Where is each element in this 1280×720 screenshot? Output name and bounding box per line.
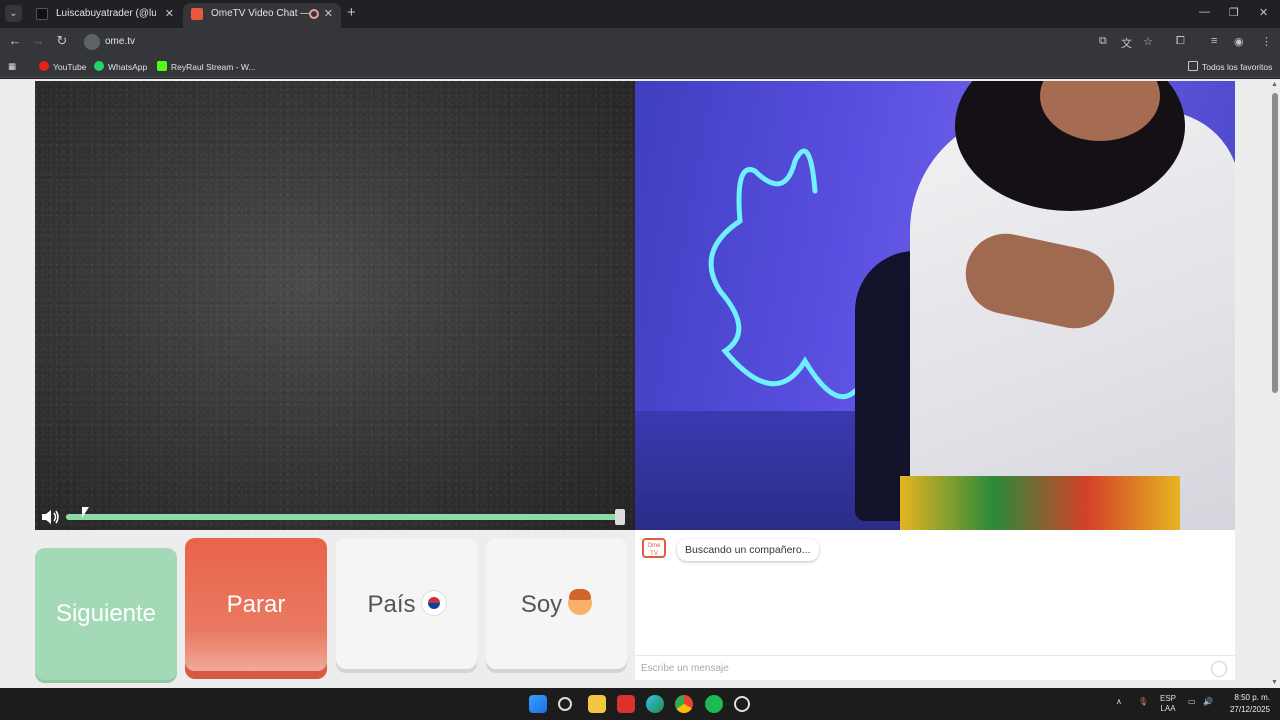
close-window-button[interactable]: ✕ — [1259, 6, 1268, 19]
scroll-up-icon[interactable]: ▲ — [1271, 81, 1278, 88]
bookmark-label: YouTube — [53, 62, 87, 72]
next-button[interactable]: Siguiente — [35, 548, 177, 680]
bookmark-label: ReyRaul Stream - W... — [171, 62, 256, 72]
folder-icon — [1188, 61, 1198, 71]
person-pants — [900, 476, 1180, 530]
clock-date: 27/12/2025 — [1229, 705, 1270, 714]
bookmark-label: WhatsApp — [108, 62, 148, 72]
volume-slider[interactable] — [66, 514, 621, 520]
close-tab-icon[interactable]: ✕ — [324, 3, 333, 25]
all-bookmarks-folder[interactable]: Todos los favoritos — [1188, 61, 1272, 72]
language-indicator[interactable]: ESP LAA — [1160, 694, 1176, 714]
back-button[interactable]: ← — [6, 33, 24, 48]
tab-title: OmeTV Video Chat — Ome — [211, 8, 311, 19]
network-icon[interactable]: ▭ — [1188, 697, 1196, 706]
volume-control — [35, 504, 635, 532]
boy-emoji-icon — [568, 589, 593, 615]
start-icon[interactable] — [529, 695, 547, 713]
volume-fill — [66, 514, 621, 520]
restore-button[interactable]: ❐ — [1229, 6, 1239, 19]
scroll-down-icon[interactable]: ▼ — [1271, 679, 1278, 686]
tab-strip: ⌄ Luiscabuyatrader (@luiscaforex ✕ OmeTV… — [0, 0, 1280, 28]
clock[interactable]: 8:50 p. m. 27/12/2025 — [1230, 692, 1270, 716]
chat-panel: Ome TV Buscando un compañero... — [635, 530, 1235, 680]
keyboard-layout: LAA — [1160, 704, 1176, 713]
browser-toolbar: ← → ↻ ome.tv ⧉ 文 ☆ ⧠ ≡ ◉ ⋮ — [0, 28, 1280, 56]
next-button-label: Siguiente — [55, 600, 157, 627]
clock-time: 8:50 p. m. — [1234, 693, 1270, 702]
recording-icon — [309, 9, 319, 19]
smiley-icon[interactable] — [1211, 661, 1227, 677]
tab-title: Luiscabuyatrader (@luiscaforex — [56, 8, 156, 19]
search-icon[interactable] — [558, 697, 572, 711]
speaker-icon[interactable] — [41, 509, 61, 525]
microphone-icon[interactable]: 🎙 — [1138, 697, 1148, 706]
gender-button-label: Soy — [520, 591, 563, 618]
korea-flag-icon — [421, 591, 446, 615]
file-explorer-icon[interactable] — [588, 695, 606, 713]
tab-ometv[interactable]: OmeTV Video Chat — Ome ✕ — [183, 3, 341, 28]
country-button-label: País — [367, 591, 416, 618]
tray-overflow-icon[interactable]: ∧ — [1116, 697, 1122, 706]
bookmarks-bar: ▦ YouTube WhatsApp ReyRaul Stream - W...… — [0, 56, 1280, 78]
ometv-favicon — [191, 8, 203, 20]
volume-icon[interactable]: 🔊 — [1203, 697, 1213, 706]
volume-handle[interactable] — [615, 509, 625, 525]
profile-icon[interactable]: ◉ — [1234, 35, 1244, 48]
app-circle-icon[interactable] — [734, 696, 750, 712]
chat-input-bar — [635, 655, 1235, 680]
tab-tiktok[interactable]: Luiscabuyatrader (@luiscaforex ✕ — [28, 3, 182, 28]
site-info-icon[interactable] — [84, 34, 100, 50]
page-scrollbar[interactable]: ▲ ▼ — [1270, 79, 1280, 688]
youtube-icon — [39, 61, 49, 71]
message-input[interactable] — [641, 660, 1191, 677]
install-app-icon[interactable]: ⧉ — [1099, 35, 1107, 48]
gender-button[interactable]: Soy — [486, 538, 627, 669]
spotify-icon[interactable] — [705, 695, 723, 713]
url-text: ome.tv — [105, 36, 136, 47]
partner-video-static — [35, 81, 635, 530]
bookmark-youtube[interactable]: YouTube — [39, 61, 86, 72]
mouse-cursor — [82, 507, 89, 518]
neon-light-decoration — [708, 148, 858, 400]
whatsapp-icon — [94, 61, 104, 71]
media-control-icon[interactable]: ≡ — [1211, 35, 1217, 47]
stop-button-label: Parar — [226, 591, 286, 618]
forward-button[interactable]: → — [29, 33, 47, 48]
language-code: ESP — [1160, 694, 1177, 703]
tab-search-icon[interactable]: ⌄ — [5, 5, 22, 22]
new-tab-button[interactable]: + — [347, 4, 356, 21]
tiktok-icon — [36, 8, 48, 20]
self-camera-video — [635, 81, 1235, 530]
apps-icon[interactable]: ▦ — [8, 61, 16, 72]
bookmark-whatsapp[interactable]: WhatsApp — [94, 61, 147, 72]
address-bar[interactable]: ome.tv — [80, 31, 1164, 53]
chat-status-message: Buscando un compañero... — [677, 539, 819, 561]
menu-icon[interactable]: ⋮ — [1261, 35, 1272, 48]
bookmark-reyraul[interactable]: ReyRaul Stream - W... — [157, 61, 256, 72]
translate-icon[interactable]: 文 — [1121, 35, 1132, 51]
bookmark-label: Todos los favoritos — [1202, 62, 1273, 72]
scroll-thumb[interactable] — [1272, 93, 1278, 393]
ometv-page: Siguiente Parar País Soy Ome TV Buscando… — [0, 79, 1280, 688]
reload-button[interactable]: ↻ — [53, 33, 71, 49]
minimize-button[interactable]: — — [1199, 6, 1210, 18]
video-noise — [35, 81, 635, 530]
extensions-icon[interactable]: ⧠ — [1176, 35, 1185, 48]
stop-button[interactable]: Parar — [185, 538, 327, 671]
windows-taskbar: ∧ 🎙 ESP LAA ▭ 🔊 8:50 p. m. 27/12/2025 — [0, 688, 1280, 720]
close-tab-icon[interactable]: ✕ — [165, 3, 174, 25]
chrome-icon[interactable] — [675, 695, 693, 713]
kick-icon — [157, 61, 167, 71]
app-red-icon[interactable] — [617, 695, 635, 713]
ome-logo: Ome TV — [642, 538, 666, 558]
country-button[interactable]: País — [336, 538, 477, 669]
bookmark-star-icon[interactable]: ☆ — [1143, 35, 1153, 48]
edge-icon[interactable] — [646, 695, 664, 713]
